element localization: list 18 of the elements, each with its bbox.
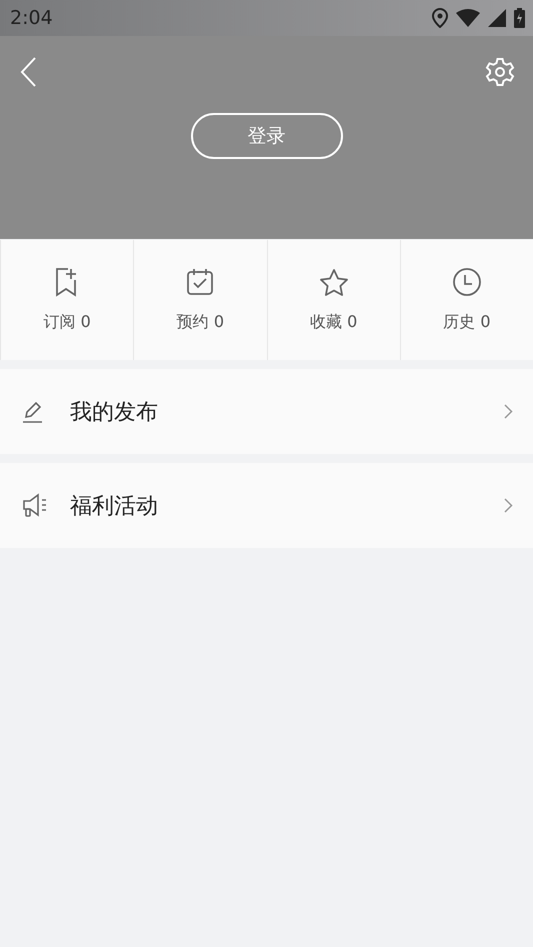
stat-label[interactable]: 历史 0: [443, 312, 490, 333]
star-icon: [318, 268, 349, 296]
stat-label[interactable]: 收藏 0: [310, 312, 358, 333]
stat-label[interactable]: 订阅 0: [43, 312, 91, 333]
status-time: 2:04: [10, 7, 53, 29]
battery-icon: [514, 8, 525, 28]
wifi-icon: [456, 9, 480, 27]
location-icon: [432, 8, 448, 28]
chevron-right-icon: [504, 404, 513, 419]
pencil-icon: [22, 400, 44, 424]
settings-icon[interactable]: [485, 57, 515, 87]
back-icon[interactable]: [20, 57, 36, 87]
calendar-check-icon: [186, 268, 214, 296]
clock-icon: [452, 267, 482, 297]
stat-label[interactable]: 预约 0: [176, 312, 224, 333]
signal-icon: [488, 9, 506, 27]
chevron-right-icon: [504, 498, 513, 513]
megaphone-icon: [22, 492, 48, 520]
